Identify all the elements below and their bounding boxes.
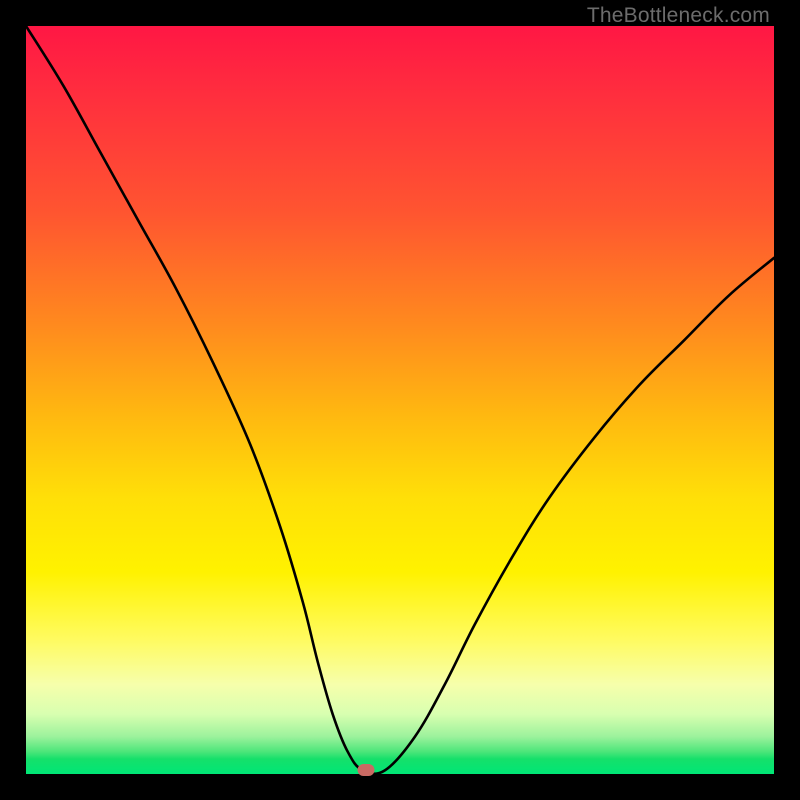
optimal-point-marker — [358, 764, 375, 776]
plot-area — [26, 26, 774, 774]
chart-frame: TheBottleneck.com — [0, 0, 800, 800]
watermark-text: TheBottleneck.com — [587, 4, 770, 28]
bottleneck-curve — [26, 26, 774, 774]
